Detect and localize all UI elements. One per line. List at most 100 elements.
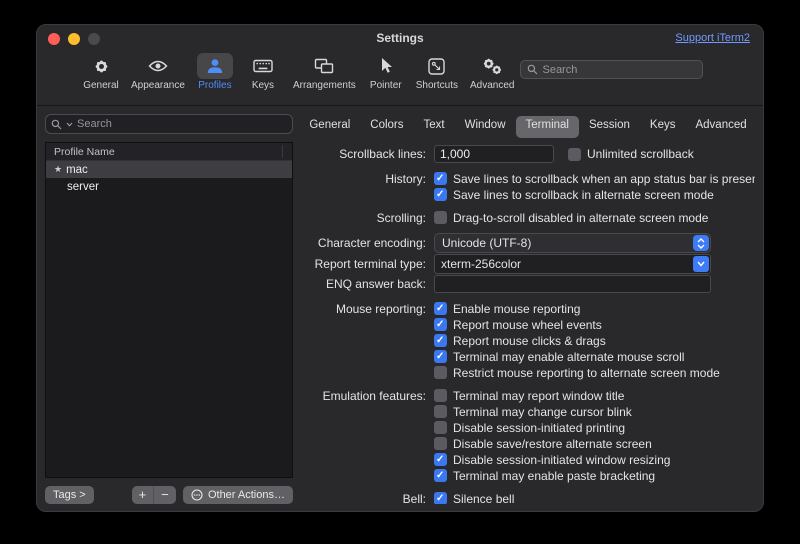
checkbox-label: Disable session-initiated printing: [453, 421, 625, 435]
tab-colors[interactable]: Colors: [360, 116, 413, 138]
disable-save-restore-checkbox[interactable]: [434, 437, 447, 450]
toolbar-item-label: Keys: [252, 80, 274, 91]
person-icon: [197, 53, 233, 79]
support-link[interactable]: Support iTerm2: [675, 32, 750, 44]
tab-session[interactable]: Session: [579, 116, 640, 138]
toolbar-search-input[interactable]: [542, 64, 696, 76]
report-window-title-checkbox[interactable]: [434, 389, 447, 402]
enq-answer-back-input[interactable]: [434, 275, 711, 293]
checkbox-label: Enable mouse reporting: [453, 302, 580, 316]
paste-bracketing-checkbox[interactable]: [434, 469, 447, 482]
search-scope-chevron-icon[interactable]: [66, 122, 73, 127]
window-title: Settings: [37, 25, 763, 52]
tab-text[interactable]: Text: [414, 116, 455, 138]
scrolling-label: Scrolling:: [301, 211, 434, 225]
mouse-wheel-events-checkbox[interactable]: [434, 318, 447, 331]
report-terminal-type-label: Report terminal type:: [301, 257, 434, 271]
tab-terminal[interactable]: Terminal: [516, 116, 579, 138]
toolbar-item-advanced[interactable]: Advanced: [464, 53, 520, 91]
toolbar-item-shortcuts[interactable]: Shortcuts: [410, 53, 464, 91]
disable-printing-checkbox[interactable]: [434, 421, 447, 434]
windows-icon: [306, 53, 342, 79]
traffic-lights: [48, 33, 100, 45]
cursor-icon: [368, 53, 404, 79]
checkbox-label: Terminal may enable alternate mouse scro…: [453, 350, 684, 364]
tab-window[interactable]: Window: [455, 116, 516, 138]
bell-label: Bell:: [301, 492, 434, 505]
report-terminal-type-combo[interactable]: xterm-256color: [434, 254, 711, 274]
toolbar-item-general[interactable]: General: [77, 53, 125, 91]
emulation-features-label: Emulation features:: [301, 389, 434, 403]
toolbar-item-label: General: [83, 80, 119, 91]
profile-name: server: [67, 181, 99, 193]
character-encoding-popup[interactable]: Unicode (UTF-8): [434, 233, 711, 253]
content-area: Profile Name ★ mac server Tags > + −: [37, 106, 763, 512]
toolbar-item-label: Advanced: [470, 80, 514, 91]
scrollback-lines-input[interactable]: [434, 145, 554, 163]
unlimited-scrollback-checkbox[interactable]: [568, 148, 581, 161]
checkbox-label: Restrict mouse reporting to alternate sc…: [453, 366, 720, 380]
tags-button[interactable]: Tags >: [45, 486, 94, 504]
profile-search-input[interactable]: [77, 118, 287, 130]
toolbar-item-label: Profiles: [198, 80, 231, 91]
titlebar: Settings Support iTerm2: [37, 25, 763, 51]
preferences-toolbar: General Appearance Profiles Keys Arrange: [37, 51, 763, 106]
profile-search-field[interactable]: [45, 114, 293, 134]
toolbar-item-label: Pointer: [370, 80, 402, 91]
change-cursor-blink-checkbox[interactable]: [434, 405, 447, 418]
minimize-button[interactable]: [68, 33, 80, 45]
profile-name: mac: [66, 164, 88, 176]
save-lines-alt-screen-checkbox[interactable]: [434, 188, 447, 201]
profile-row-mac[interactable]: ★ mac: [46, 161, 292, 178]
star-icon: ★: [54, 165, 62, 174]
eye-icon: [140, 53, 176, 79]
tab-general[interactable]: General: [301, 116, 360, 138]
search-icon: [527, 64, 538, 75]
toolbar-item-label: Appearance: [131, 80, 185, 91]
add-profile-button[interactable]: +: [132, 486, 154, 504]
alternate-mouse-scroll-checkbox[interactable]: [434, 350, 447, 363]
history-label: History:: [301, 172, 434, 186]
checkbox-label: Report mouse wheel events: [453, 318, 602, 332]
mouse-clicks-drags-checkbox[interactable]: [434, 334, 447, 347]
enq-answer-back-label: ENQ answer back:: [301, 277, 434, 291]
checkbox-label: Silence bell: [453, 492, 514, 505]
disable-window-resizing-checkbox[interactable]: [434, 453, 447, 466]
scrollback-lines-label: Scrollback lines:: [301, 147, 434, 161]
checkbox-label: Save lines to scrollback in alternate sc…: [453, 188, 714, 202]
toolbar-search-field[interactable]: [520, 60, 703, 79]
other-actions-button[interactable]: Other Actions…: [183, 486, 293, 504]
popup-value: Unicode (UTF-8): [442, 236, 531, 250]
drag-to-scroll-checkbox[interactable]: [434, 211, 447, 224]
toolbar-item-appearance[interactable]: Appearance: [125, 53, 191, 91]
save-lines-status-bar-checkbox[interactable]: [434, 172, 447, 185]
close-button[interactable]: [48, 33, 60, 45]
tab-keys[interactable]: Keys: [640, 116, 686, 138]
checkbox-label: Terminal may change cursor blink: [453, 405, 632, 419]
profile-list: Profile Name ★ mac server: [45, 142, 293, 478]
toolbar-item-pointer[interactable]: Pointer: [362, 53, 410, 91]
checkbox-label: Disable session-initiated window resizin…: [453, 453, 670, 467]
toolbar-item-profiles[interactable]: Profiles: [191, 53, 239, 91]
profile-row-server[interactable]: server: [46, 178, 292, 195]
tab-advanced[interactable]: Advanced: [685, 116, 755, 138]
combo-value: xterm-256color: [441, 257, 521, 271]
mouse-reporting-label: Mouse reporting:: [301, 302, 434, 316]
profiles-sidebar: Profile Name ★ mac server Tags > + −: [45, 114, 293, 504]
profile-list-header: Profile Name: [46, 143, 292, 161]
checkbox-label: Terminal may enable paste bracketing: [453, 469, 655, 483]
toolbar-item-label: Shortcuts: [416, 80, 458, 91]
unlimited-scrollback-label: Unlimited scrollback: [587, 147, 694, 161]
toolbar-item-arrangements[interactable]: Arrangements: [287, 53, 362, 91]
add-remove-segment: + −: [132, 486, 176, 504]
toolbar-item-keys[interactable]: Keys: [239, 53, 287, 91]
character-encoding-label: Character encoding:: [301, 236, 434, 250]
enable-mouse-reporting-checkbox[interactable]: [434, 302, 447, 315]
checkbox-label: Save lines to scrollback when an app sta…: [453, 172, 755, 186]
checkbox-label: Terminal may report window title: [453, 389, 624, 403]
combo-chevron-icon[interactable]: [693, 256, 709, 272]
terminal-settings-form: Scrollback lines: Unlimited scrollback H…: [301, 145, 755, 504]
remove-profile-button[interactable]: −: [154, 486, 176, 504]
silence-bell-checkbox[interactable]: [434, 492, 447, 504]
restrict-mouse-reporting-checkbox[interactable]: [434, 366, 447, 379]
